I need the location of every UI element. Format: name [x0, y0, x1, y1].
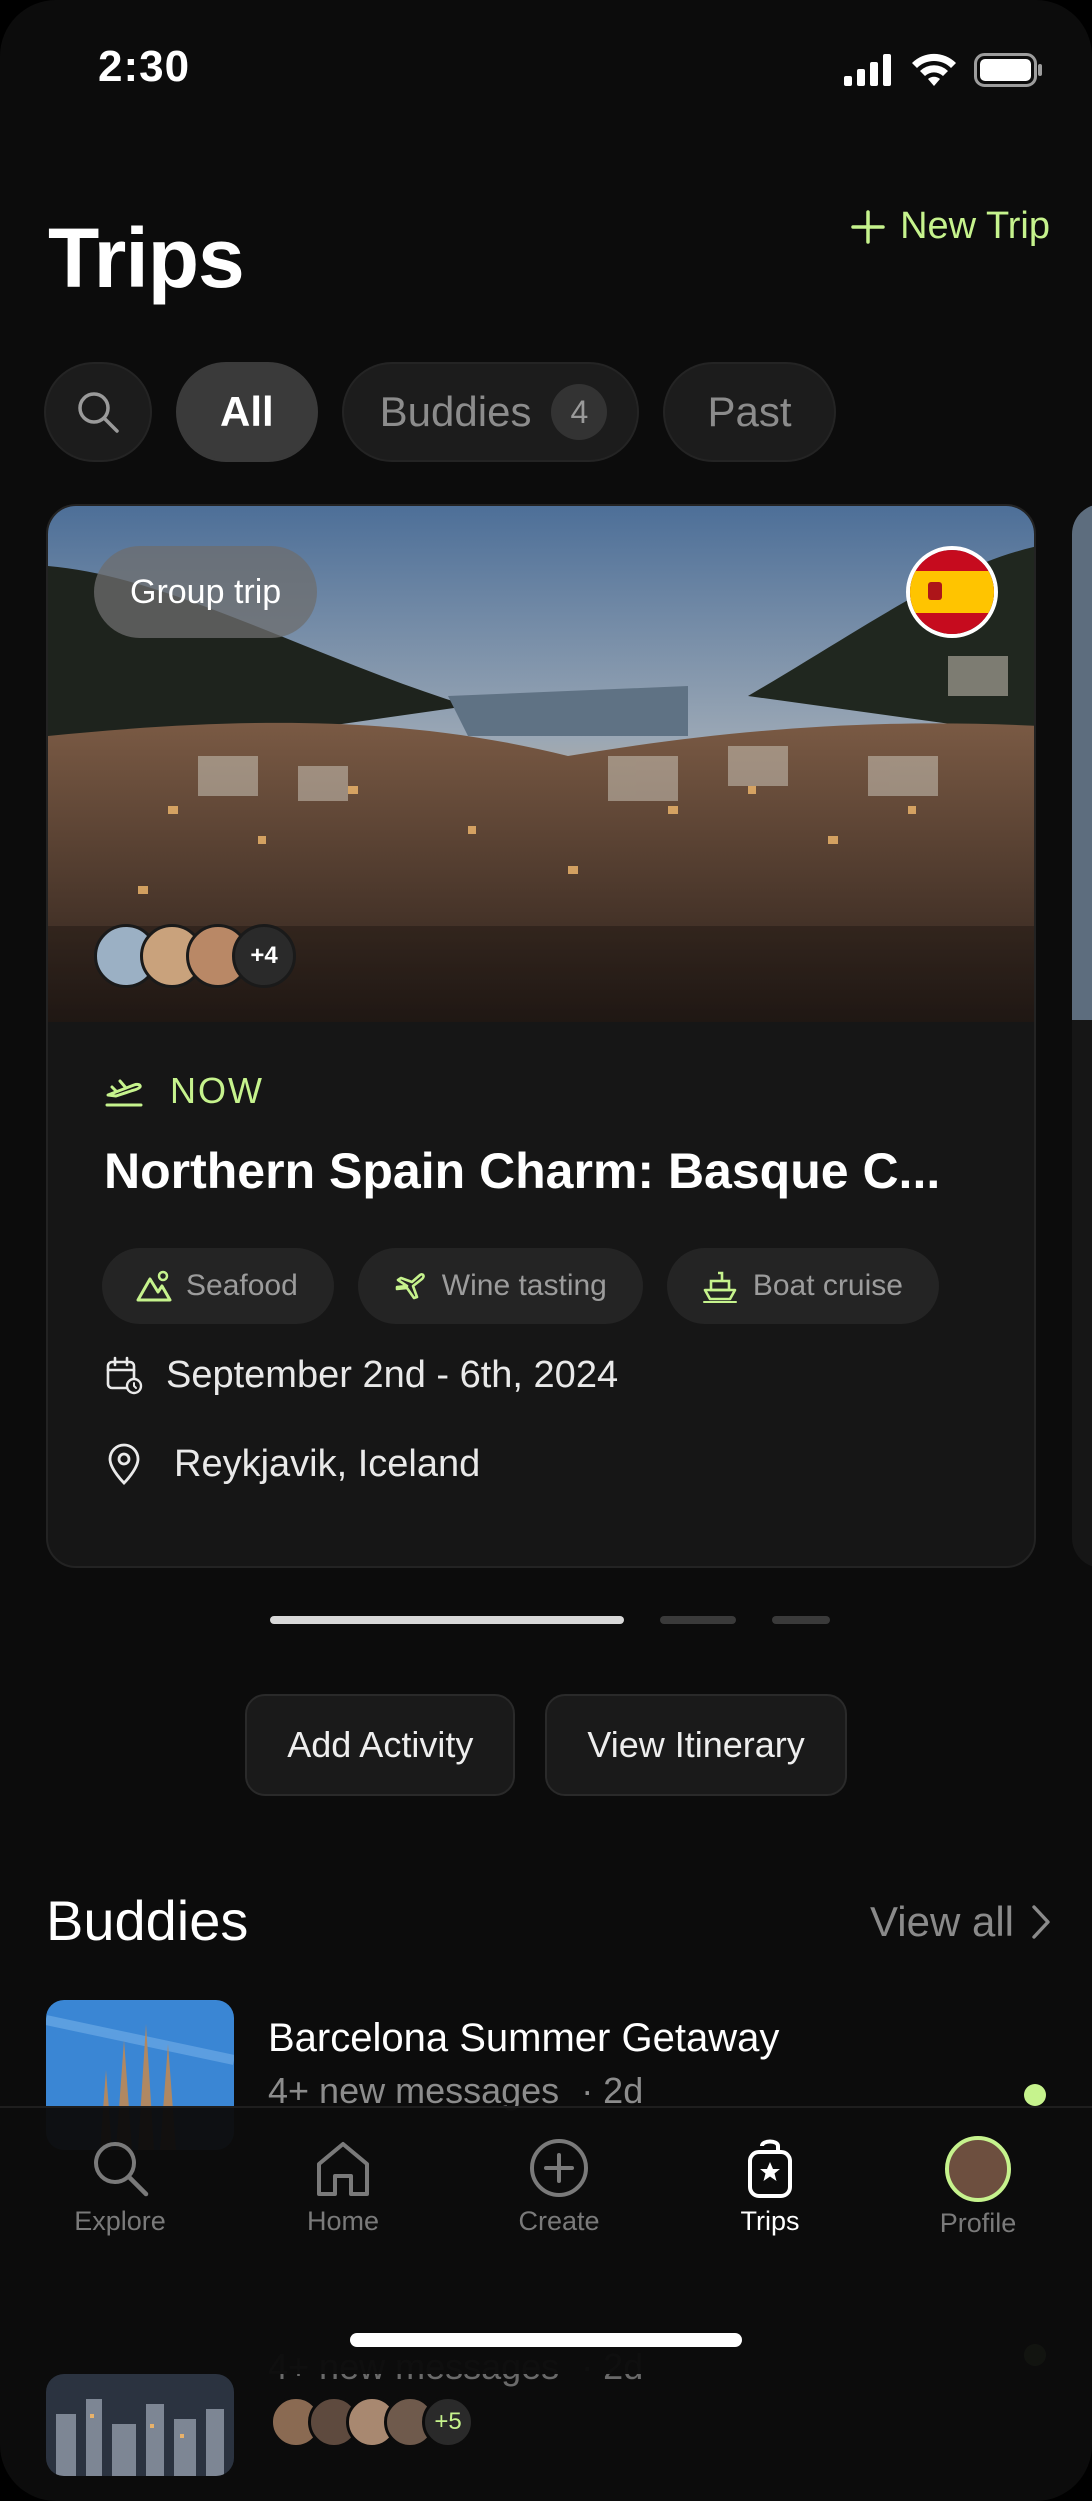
- new-messages-label: 4+ new messages: [268, 2070, 560, 2111]
- tag-boat-cruise: Boat cruise: [666, 1248, 939, 1324]
- plus-circle-icon: [530, 2139, 588, 2197]
- filter-all[interactable]: All: [176, 362, 318, 462]
- view-itinerary-button[interactable]: View Itinerary: [545, 1694, 847, 1796]
- wifi-icon: [912, 53, 956, 86]
- trip-actions: Add Activity View Itinerary: [0, 1694, 1092, 1796]
- trip-dates: September 2nd - 6th, 2024: [104, 1354, 618, 1397]
- search-button[interactable]: [44, 362, 152, 462]
- tab-profile-label: Profile: [939, 2208, 1017, 2238]
- city-thumbnail: [46, 2374, 234, 2476]
- plane-icon: [395, 1273, 425, 1300]
- trip-members[interactable]: +4: [94, 924, 296, 988]
- home-icon: [317, 2142, 369, 2196]
- trip-title: Northern Spain Charm: Basque C...: [104, 1143, 941, 1199]
- search-icon: [94, 2142, 149, 2197]
- tab-explore[interactable]: Explore: [40, 2136, 200, 2237]
- tag-label: Boat cruise: [752, 1269, 903, 1302]
- filter-bar: All Buddies 4 Past: [44, 362, 836, 462]
- status-time: 2:30: [98, 42, 191, 91]
- home-indicator: [350, 2333, 742, 2347]
- calendar-clock-icon: [106, 1356, 143, 1394]
- filter-buddies-label: Buddies: [379, 388, 532, 435]
- group-trip-badge: Group trip: [94, 546, 318, 638]
- tab-explore-label: Explore: [74, 2206, 166, 2236]
- page-title: Trips: [48, 211, 245, 305]
- trip-card[interactable]: Group trip +4 NOW Northern Spain Charm: …: [46, 504, 1036, 1568]
- buddies-section-title: Buddies: [46, 1889, 249, 1952]
- carousel-pagination: [0, 1616, 1092, 1624]
- battery-icon: [974, 53, 1042, 87]
- trip-location-label: Reykjavik, Iceland: [174, 1442, 481, 1485]
- more-avatars-badge: +5: [422, 2396, 474, 2448]
- tab-trips-label: Trips: [740, 2206, 800, 2236]
- tab-home-label: Home: [306, 2206, 380, 2236]
- next-trip-card-peek[interactable]: [1072, 504, 1092, 1568]
- avatar: [945, 2136, 1011, 2202]
- plus-icon: [851, 209, 885, 244]
- tab-profile[interactable]: Profile: [898, 2136, 1058, 2239]
- tag-wine-tasting: Wine tasting: [357, 1248, 643, 1324]
- message-time: · 2d: [581, 2070, 644, 2111]
- buddy-avatars: +5: [270, 2396, 474, 2448]
- filter-past[interactable]: Past: [663, 362, 836, 462]
- ship-icon: [702, 1271, 737, 1303]
- buddy-trip-title: Barcelona Summer Getaway: [268, 2016, 780, 2060]
- tab-home[interactable]: Home: [263, 2136, 423, 2237]
- chevron-right-icon: [1032, 1905, 1050, 1939]
- tag-seafood: Seafood: [102, 1248, 334, 1324]
- mountain-icon: [136, 1270, 172, 1302]
- trip-location: Reykjavik, Iceland: [104, 1442, 480, 1486]
- location-pin-icon: [108, 1443, 140, 1485]
- page-indicator[interactable]: [660, 1616, 736, 1624]
- status-icons: [844, 52, 1044, 88]
- page-indicator[interactable]: [772, 1616, 830, 1624]
- buddies-count-badge: 4: [551, 384, 608, 440]
- unread-indicator: [1024, 2084, 1046, 2106]
- trip-dates-label: September 2nd - 6th, 2024: [166, 1354, 619, 1396]
- airplane-takeoff-icon: [105, 1079, 143, 1107]
- new-trip-label: New Trip: [900, 205, 1050, 247]
- tab-create[interactable]: Create: [479, 2136, 639, 2237]
- view-all-label: View all: [870, 1898, 1014, 1945]
- page-indicator-active[interactable]: [270, 1616, 624, 1624]
- signal-icon: [844, 54, 891, 86]
- tag-label: Seafood: [186, 1269, 298, 1302]
- tab-trips[interactable]: Trips: [690, 2136, 850, 2237]
- add-activity-button[interactable]: Add Activity: [245, 1694, 516, 1796]
- list-item[interactable]: 4+ new messages · 2d +5: [46, 2344, 1046, 2501]
- trip-tags: Seafood Wine tasting Boat cruise: [102, 1248, 939, 1324]
- more-members-badge: +4: [232, 924, 296, 988]
- spain-flag-icon: [906, 546, 998, 638]
- trips-screen: 2:30 Trips New Trip All Buddies 4 Past G…: [0, 0, 1092, 2501]
- filter-buddies[interactable]: Buddies 4: [341, 362, 640, 462]
- new-trip-button[interactable]: New Trip: [850, 205, 1050, 248]
- trip-status-label: NOW: [170, 1070, 264, 1111]
- tag-label: Wine tasting: [441, 1269, 607, 1302]
- luggage-star-icon: [748, 2139, 792, 2198]
- trip-photo: Group trip +4: [48, 506, 1034, 1022]
- search-icon: [78, 392, 119, 433]
- tab-create-label: Create: [518, 2206, 600, 2236]
- view-all-link[interactable]: View all: [870, 1898, 1052, 1946]
- trip-status: NOW: [104, 1070, 264, 1112]
